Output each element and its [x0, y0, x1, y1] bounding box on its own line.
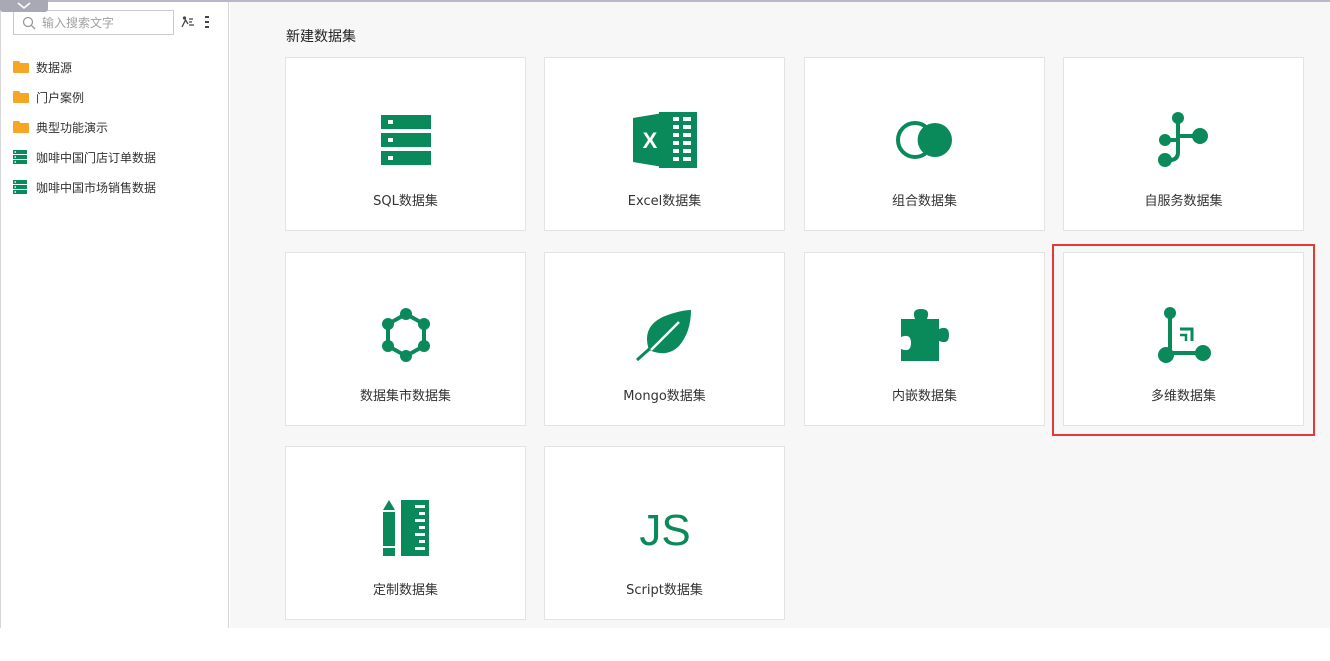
sql-table-icon: [380, 115, 431, 165]
tree-item-label: 咖啡中国门店订单数据: [36, 150, 157, 165]
tree-item-coffee-market-sales[interactable]: 咖啡中国市场销售数据: [13, 172, 156, 202]
card-label: 组合数据集: [891, 194, 957, 209]
card-script-dataset[interactable]: JS Script数据集: [544, 446, 785, 620]
tree-item-label: 典型功能演示: [36, 120, 109, 135]
dataset-icon: [13, 150, 31, 164]
tree-item-label: 数据源: [36, 60, 73, 75]
chevron-down-icon: [17, 2, 31, 10]
tree-item-coffee-store-orders[interactable]: 咖啡中国门店订单数据: [13, 142, 156, 172]
dataset-icon: [13, 180, 31, 194]
tree-item-data-source[interactable]: 数据源: [13, 52, 156, 82]
card-label: 自服务数据集: [1144, 194, 1223, 209]
footer-blank: [0, 628, 1330, 661]
card-label: Mongo数据集: [623, 389, 706, 404]
card-label: 多维数据集: [1150, 389, 1216, 404]
card-embedded-dataset[interactable]: 内嵌数据集: [804, 252, 1045, 426]
self-service-flow-icon: [1157, 112, 1208, 167]
main-panel: 新建数据集 SQL数据集 X Excel数据集 组合数据集 自服务数据集 数据集…: [230, 2, 1330, 628]
more-menu-icon[interactable]: [204, 15, 210, 29]
card-sql-dataset[interactable]: SQL数据集: [285, 57, 526, 231]
tree-item-label: 门户案例: [36, 90, 85, 105]
folder-icon: [13, 90, 31, 104]
combine-circles-icon: [895, 121, 952, 159]
tree-item-label: 咖啡中国市场销售数据: [36, 180, 157, 195]
hexagon-network-icon: [381, 308, 430, 362]
collapse-toggle[interactable]: [0, 0, 48, 12]
card-label: 定制数据集: [372, 583, 438, 598]
card-excel-dataset[interactable]: X Excel数据集: [544, 57, 785, 231]
sidebar: 数据源 门户案例 典型功能演示: [0, 2, 229, 628]
leaf-icon: [635, 310, 691, 362]
card-label: 数据集市数据集: [359, 389, 451, 404]
pencil-ruler-icon: [382, 500, 429, 556]
filter-sort-icon[interactable]: [181, 15, 195, 29]
card-label: Script数据集: [626, 583, 703, 598]
tree-item-feature-demo[interactable]: 典型功能演示: [13, 112, 156, 142]
excel-icon: X: [632, 112, 697, 168]
js-icon: JS: [639, 507, 690, 551]
svg-text:X: X: [642, 128, 657, 153]
card-label: SQL数据集: [373, 194, 438, 209]
card-label: 内嵌数据集: [891, 389, 957, 404]
page-title: 新建数据集: [286, 29, 356, 45]
card-label: Excel数据集: [627, 194, 702, 209]
folder-icon: [13, 60, 31, 74]
card-datamart-dataset[interactable]: 数据集市数据集: [285, 252, 526, 426]
card-mongo-dataset[interactable]: Mongo数据集: [544, 252, 785, 426]
card-combined-dataset[interactable]: 组合数据集: [804, 57, 1045, 231]
card-self-service-dataset[interactable]: 自服务数据集: [1063, 57, 1304, 231]
app-window: 数据源 门户案例 典型功能演示: [0, 0, 1330, 661]
puzzle-icon: [900, 309, 949, 361]
resource-tree: 数据源 门户案例 典型功能演示 咖啡中国门店订单数据 咖啡中国市场销售数据: [13, 52, 156, 202]
search-icon: [22, 16, 36, 30]
tree-item-portal-cases[interactable]: 门户案例: [13, 82, 156, 112]
svg-text:JS: JS: [639, 507, 690, 551]
search-box[interactable]: [13, 10, 174, 35]
search-input[interactable]: [42, 13, 170, 32]
card-custom-dataset[interactable]: 定制数据集: [285, 446, 526, 620]
folder-icon: [13, 120, 31, 134]
card-olap-dataset[interactable]: 多维数据集: [1063, 252, 1304, 426]
cube-axis-icon: [1157, 307, 1211, 363]
